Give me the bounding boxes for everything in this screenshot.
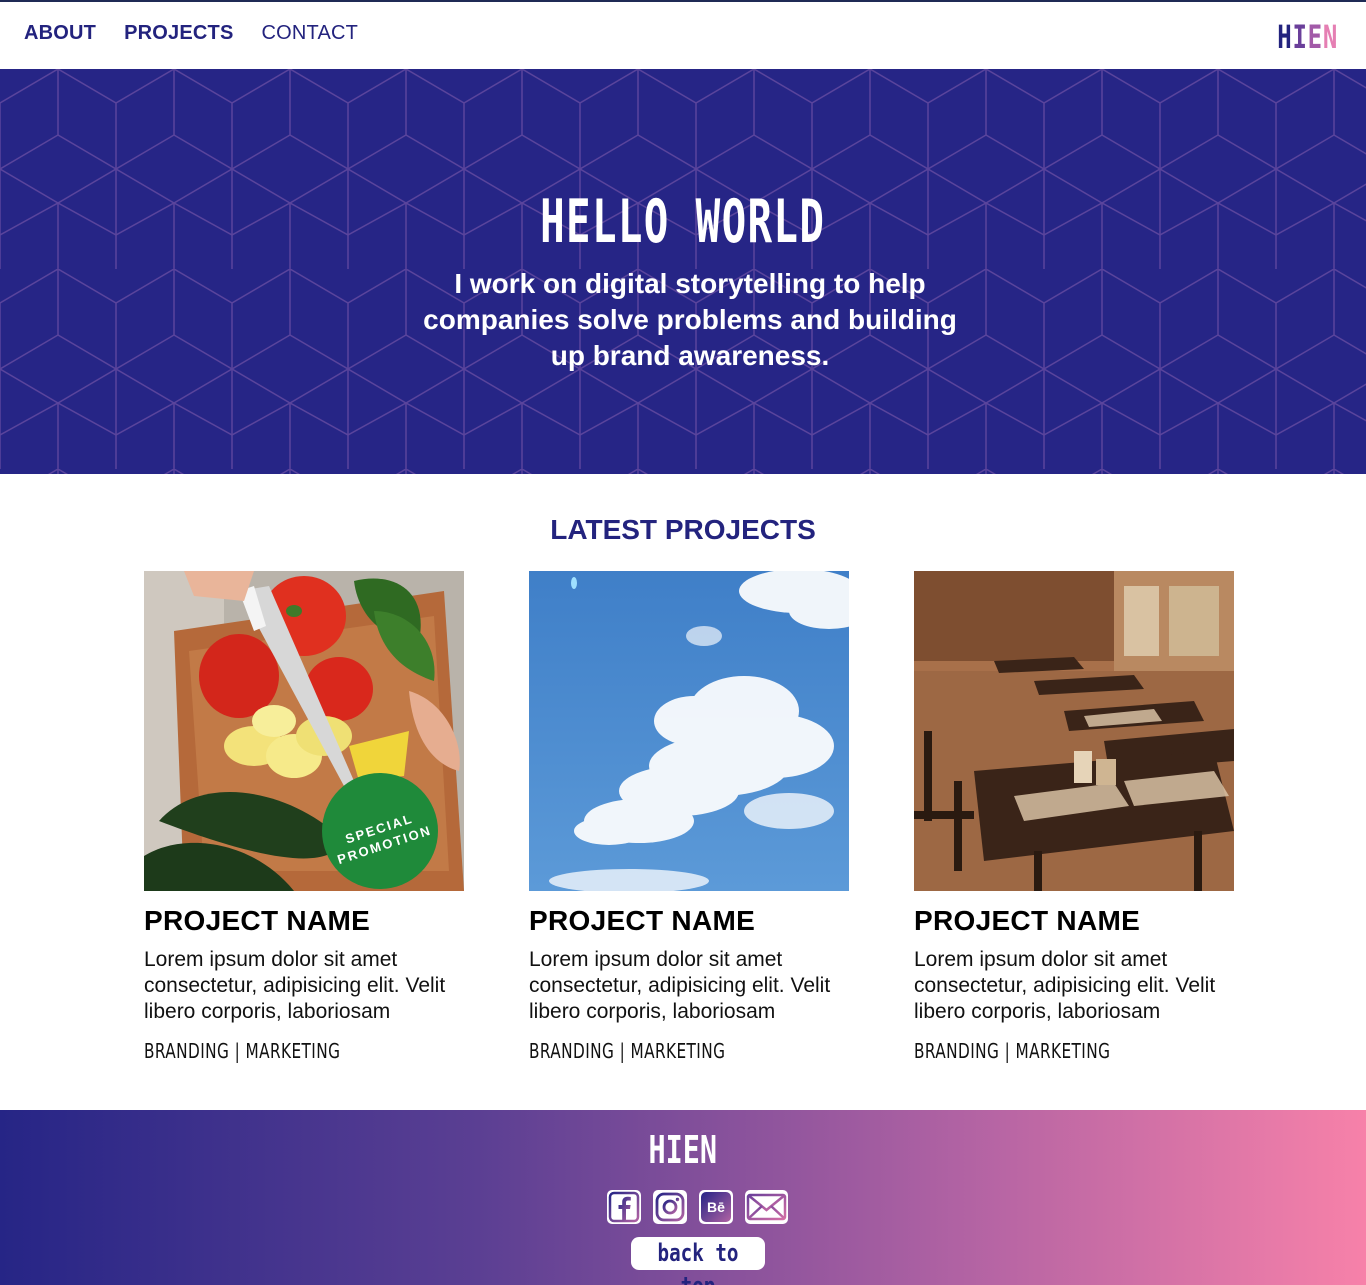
project-tags: BRANDING | MARKETING [144,1039,341,1063]
mail-icon[interactable] [745,1190,788,1224]
nav-link-projects[interactable]: PROJECTS [124,22,233,45]
restaurant-interior-image[interactable] [914,571,1234,891]
project-title: PROJECT NAME [914,905,1141,936]
project-tags: BRANDING | MARKETING [529,1039,726,1063]
nav-link-about[interactable]: ABOUT [24,22,96,45]
back-to-top-label: back to top [657,1239,739,1285]
project-title: PROJECT NAME [529,905,756,936]
behance-icon[interactable]: Bē [699,1190,733,1224]
project-tags: BRANDING | MARKETING [914,1039,1111,1063]
project-description: Lorem ipsum dolor sit amet consectetur, … [529,948,831,1023]
logo-letter-h: H [1277,18,1293,56]
special-promotion-badge: SPECIAL PROMOTION [322,773,438,889]
nav-links: ABOUT PROJECTS CONTACT [24,22,386,45]
latest-projects-heading: LATEST PROJECTS [550,514,816,545]
footer-logo-text: HIEN [648,1128,718,1172]
facebook-icon[interactable] [607,1190,641,1224]
back-to-top-button[interactable]: back to top [631,1237,765,1285]
behance-icon-text: Bē [707,1199,725,1215]
logo-letter-n: N [1322,18,1338,56]
project-description: Lorem ipsum dolor sit amet consectetur, … [144,948,446,1023]
project-card[interactable]: SPECIAL PROMOTION PROJECT NAME Lorem ips… [144,571,474,1063]
hero-subtitle: I work on digital storytelling to help c… [423,268,957,371]
nav-link-contact[interactable]: CONTACT [262,22,359,45]
project-description: Lorem ipsum dolor sit amet consectetur, … [914,948,1216,1023]
project-title: PROJECT NAME [144,905,371,936]
site-footer: HIEN Bē back to [0,1110,1366,1285]
logo-letter-e: E [1307,18,1323,56]
hero-title-text: HELLO WORLD [540,187,826,257]
hero-title: HELLO WORLD [0,187,1366,257]
top-navigation: ABOUT PROJECTS CONTACT HIEN [0,0,1366,69]
site-logo[interactable]: HIEN [1277,18,1338,56]
vegetables-cutting-board-image[interactable]: SPECIAL PROMOTION [144,571,464,891]
hero-banner: HELLO WORLD I work on digital storytelli… [0,69,1366,474]
project-card[interactable]: PROJECT NAME Lorem ipsum dolor sit amet … [914,571,1244,1063]
instagram-icon[interactable] [653,1190,687,1224]
social-links: Bē [607,1190,788,1224]
project-card[interactable]: PROJECT NAME Lorem ipsum dolor sit amet … [529,571,859,1063]
blue-sky-clouds-image[interactable] [529,571,849,891]
footer-logo[interactable]: HIEN [0,1128,1366,1172]
logo-letter-i: I [1292,18,1308,56]
